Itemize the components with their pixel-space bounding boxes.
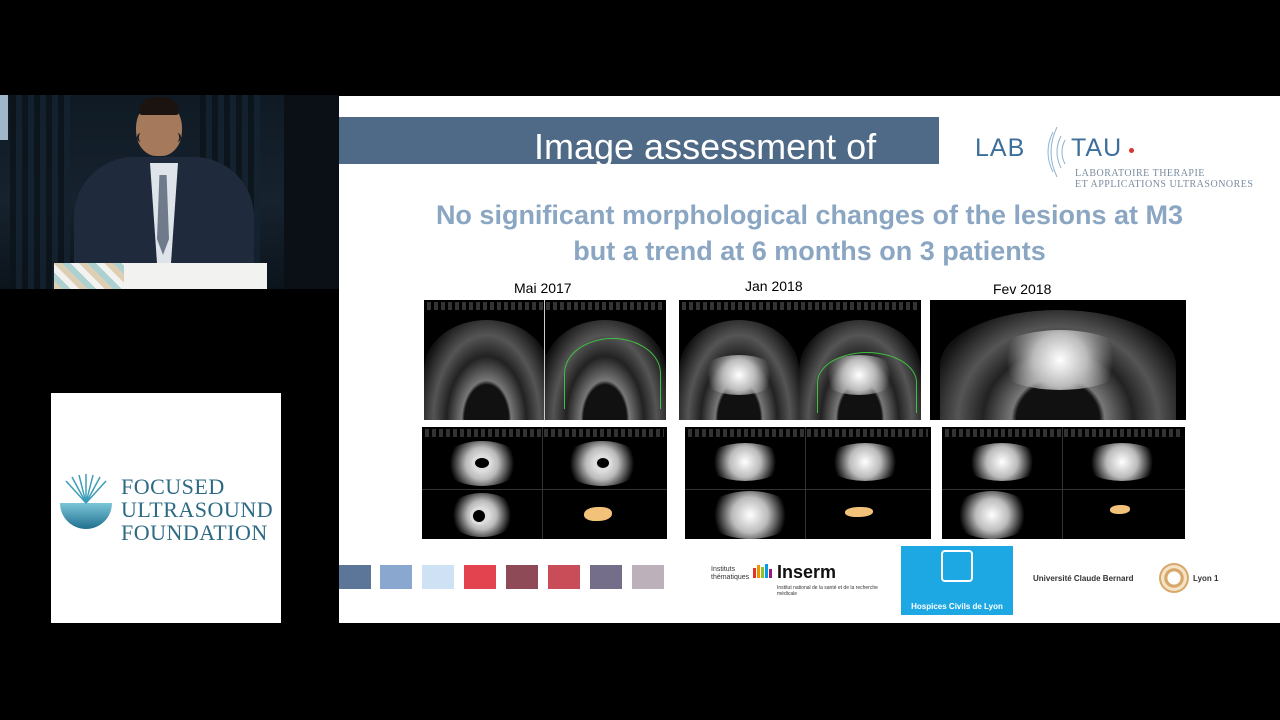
color-swatch: [590, 565, 622, 589]
inserm-name: Inserm: [777, 562, 837, 582]
color-swatch: [632, 565, 664, 589]
podium-pattern: [54, 263, 124, 289]
headline-line-1: No significant morphological changes of …: [435, 200, 1184, 230]
inserm-bars-icon: [753, 564, 772, 578]
hcl-logo: Hospices Civils de Lyon: [901, 546, 1013, 615]
ultrasound-header: [427, 302, 663, 310]
color-swatch: [422, 565, 454, 589]
ultrasound-sector: [424, 320, 549, 420]
labtau-lab: LAB: [975, 134, 1026, 162]
labtau-subtitle-line: ET APPLICATIONS ULTRASONORES: [1075, 179, 1254, 190]
foundation-name: FOCUSED ULTRASOUND FOUNDATION: [121, 475, 273, 544]
labtau-dot: [1129, 148, 1134, 153]
speaker-figure: [0, 0, 339, 289]
foundation-name-line: FOUNDATION: [121, 520, 268, 545]
panel-divider: [422, 489, 667, 490]
ultrasound-image: [424, 300, 666, 420]
ultrasound-divider: [544, 300, 545, 420]
tissue-echo: [1082, 443, 1162, 481]
tissue-echo: [825, 443, 905, 481]
lesion: [594, 455, 612, 471]
ucbl-logo: Université Claude Bernard Lyon 1: [1031, 558, 1231, 598]
ultrasound-image: [930, 300, 1186, 420]
foundation-emblem-icon: [60, 474, 112, 529]
panel-divider: [942, 489, 1185, 490]
panel-divider: [542, 427, 543, 539]
tissue-echo: [962, 443, 1042, 481]
lesion-segmentation: [1110, 505, 1130, 514]
panel-divider: [805, 427, 806, 539]
tissue-echo: [952, 491, 1032, 539]
color-swatch: [339, 565, 371, 589]
color-swatch: [548, 565, 580, 589]
lesion: [472, 455, 492, 471]
lesion-segmentation: [845, 507, 873, 517]
date-label: Mai 2017: [514, 280, 572, 296]
inserm-subtitle: Institut national de la santé et de la r…: [777, 585, 878, 597]
foundation-name-line: FOCUSED: [121, 474, 225, 499]
date-label: Jan 2018: [745, 278, 803, 294]
hcl-name: Hospices Civils de Lyon: [911, 602, 1003, 611]
ultrasound-header: [945, 429, 1182, 437]
sound-waves-icon: [1047, 126, 1066, 178]
tissue-echo: [699, 355, 779, 395]
lesion-segmentation: [584, 507, 612, 521]
ucbl-seal-icon: [1159, 563, 1189, 593]
inserm-institutes-label: Instituts thématiques: [711, 566, 750, 581]
labtau-logo: LAB TAU LABORATOIRE THERAPIE ET APPLICAT…: [975, 118, 1265, 198]
date-label: Fev 2018: [993, 281, 1052, 297]
ultrasound-header: [425, 429, 664, 437]
speaker-hair: [139, 97, 179, 115]
hcl-emblem-icon: [941, 550, 973, 582]
lesion: [470, 507, 488, 525]
ultrasound-3d-panel: [685, 427, 931, 539]
ucbl-name: Université Claude Bernard: [1033, 574, 1134, 583]
treatment-zone-outline: [817, 352, 917, 413]
presentation-slide: Image assessment of LAB TAU LABORATOIRE …: [339, 96, 1280, 623]
ultrasound-image: [679, 300, 921, 420]
tissue-echo: [705, 443, 785, 481]
color-swatch: [506, 565, 538, 589]
ultrasound-header: [688, 429, 928, 437]
ultrasound-3d-panel: [422, 427, 667, 539]
panel-divider: [685, 489, 931, 490]
headline-line-2: but a trend at 6 months on 3 patients: [573, 236, 1046, 266]
treatment-zone-outline: [564, 338, 661, 409]
panel-divider: [1062, 427, 1063, 539]
labtau-subtitle: LABORATOIRE THERAPIE ET APPLICATIONS ULT…: [1075, 168, 1253, 190]
ucbl-suffix: Lyon 1: [1193, 574, 1219, 583]
labtau-tau: TAU: [1071, 134, 1123, 162]
ultrasound-header: [682, 302, 918, 310]
speaker-glasses: [137, 133, 181, 142]
slide-title: Image assessment of: [534, 126, 877, 167]
ultrasound-3d-panel: [942, 427, 1185, 539]
inserm-logo: Instituts thématiques Inserm Institut na…: [711, 558, 891, 602]
tissue-echo: [990, 330, 1130, 390]
color-swatch: [464, 565, 496, 589]
tissue-echo: [705, 491, 795, 539]
color-swatch: [380, 565, 412, 589]
foundation-logo: FOCUSED ULTRASOUND FOUNDATION: [51, 393, 281, 623]
foundation-name-line: ULTRASOUND: [121, 497, 274, 522]
labtau-subtitle-line: LABORATOIRE THERAPIE: [1075, 168, 1205, 179]
